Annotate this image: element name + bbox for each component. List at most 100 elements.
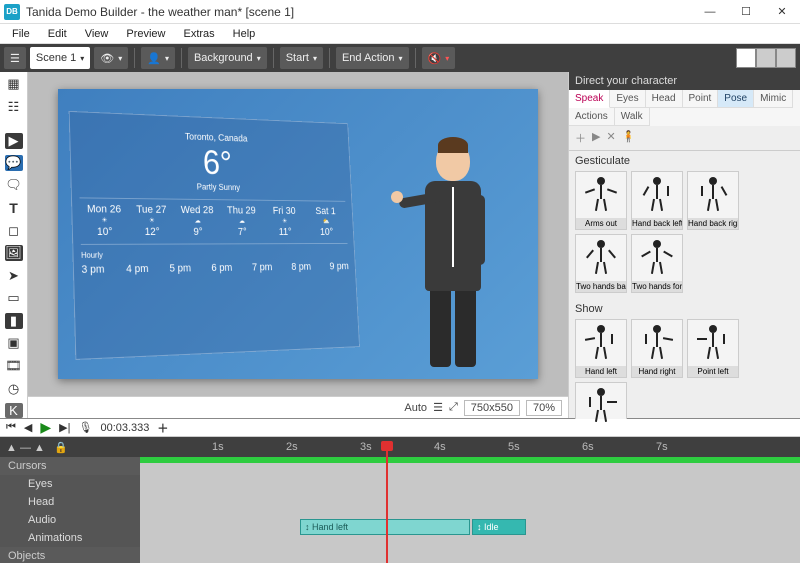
menu-file[interactable]: File [4,26,38,42]
button-tool-icon[interactable]: ▭ [4,290,24,307]
clip-hand-left[interactable]: ↕ Hand left [300,519,470,535]
pose-two-hands-back[interactable]: Two hands back [575,234,627,293]
shape-tool-icon[interactable]: ◻ [4,223,24,240]
end-action-button[interactable]: End Action ▾ [336,47,409,69]
gesticulate-grid: Arms out Hand back left Hand back right … [569,171,800,299]
scene-selector[interactable]: Scene 1▾ [30,47,90,69]
timeline-add-button[interactable]: ＋ [157,420,168,436]
main-toolbar: ☰ Scene 1▾ 👁 ▾ 👤 ▾ Background ▾ Start ▾ … [0,44,800,72]
panel-tabs: Speak Eyes Head Point Pose Mimic Actions… [569,90,800,126]
scene-canvas[interactable]: Toronto, Canada 6° Partly Sunny Mon 26☀1… [58,89,538,379]
weather-forecast-row: Mon 26☀10° Tue 27☀12° Wed 28☁9° Thu 29☁7… [80,197,348,244]
play-pose-icon[interactable]: ▶ [592,130,600,146]
panel-title: Direct your character [569,72,800,90]
fit-icon[interactable]: ⤢ [449,401,458,414]
menu-extras[interactable]: Extras [175,26,222,42]
layout-switcher[interactable] [736,48,796,68]
window-title: Tanida Demo Builder - the weather man* [… [26,5,692,19]
pose-hand-left[interactable]: Hand left [575,319,627,378]
timeline-scene-bar[interactable] [140,457,800,463]
background-button[interactable]: Background ▾ [188,47,267,69]
track-cursors[interactable]: Cursors [0,457,140,475]
auto-label: Auto [404,402,427,414]
pose-hand-back-left[interactable]: Hand back left [631,171,683,230]
k-tool-icon[interactable]: K [5,403,23,418]
menu-edit[interactable]: Edit [40,26,75,42]
menu-help[interactable]: Help [225,26,264,42]
weather-hourly-label: Hourly [81,249,348,260]
film-tool-icon[interactable]: 🎞 [4,357,24,374]
image-tool-icon[interactable]: 🖼 [5,245,23,261]
visibility-button[interactable]: 👁 ▾ [94,47,128,69]
clip-idle[interactable]: ↕ Idle [472,519,526,535]
window-minimize-button[interactable]: — [692,0,728,24]
tab-speak[interactable]: Speak [569,90,610,108]
track-audio[interactable]: Audio [0,511,140,529]
zoom-area-tool-icon[interactable]: ▣ [4,335,24,352]
timeline-prev-button[interactable]: ◀ [24,421,32,434]
track-head[interactable]: Head [0,493,140,511]
align-icon[interactable]: ☰ [433,401,443,414]
add-pose-icon[interactable]: ＋ [575,130,586,146]
weather-app-window: Toronto, Canada 6° Partly Sunny Mon 26☀1… [69,111,360,360]
pose-hand-back-right[interactable]: Hand back right [687,171,739,230]
layout-2[interactable] [756,48,776,68]
clock-tool-icon[interactable]: ◷ [4,380,24,397]
delete-pose-icon[interactable]: ✕ [606,130,615,146]
note-tool-icon[interactable]: 💬 [5,155,23,171]
weather-temp-label: 6° [78,139,345,185]
timeline-tracks-area[interactable]: 1s 2s 3s 4s 5s 6s 7s ↕ Hand left ↕ Idle [140,437,800,563]
timeline-ruler[interactable]: 1s 2s 3s 4s 5s 6s 7s [140,437,800,457]
pose-point-left[interactable]: Point left [687,319,739,378]
section-gesticulate: Gesticulate [569,151,800,171]
canvas-zoom[interactable]: 70% [526,400,562,416]
slides-tool-icon[interactable]: ☷ [4,99,24,116]
character-button[interactable]: 👤 ▾ [141,47,175,69]
track-objects[interactable]: Objects [0,547,140,563]
tab-pose[interactable]: Pose [718,90,754,108]
pose-hand-right[interactable]: Hand right [631,319,683,378]
play-tool-icon[interactable]: ▶ [5,133,23,149]
pose-two-hands-forw[interactable]: Two hands forw [631,234,683,293]
timeline-panel: ⏮ ◀ ▶ ▶| 🎙 00:03.333 ＋ ▲ — ▲ 🔒 Cursors E… [0,418,800,563]
sound-off-button[interactable]: 🔇 ▾ [422,47,456,69]
section-show: Show [569,299,800,319]
balloon-tool-icon[interactable]: 🗨 [4,177,24,194]
tab-eyes[interactable]: Eyes [610,90,645,108]
start-action-button[interactable]: Start ▾ [280,47,323,69]
grid-tool-icon[interactable]: ▦ [4,76,24,93]
timeline-play-button[interactable]: ▶ [40,419,51,436]
timeline-zoom-controls[interactable]: ▲ — ▲ 🔒 [0,437,140,457]
text-tool-icon[interactable]: T [4,200,24,217]
timeline-first-button[interactable]: ⏮ [6,421,16,434]
character-direct-panel: Direct your character Speak Eyes Head Po… [568,72,800,418]
track-animations[interactable]: Animations [0,529,140,547]
tab-point[interactable]: Point [683,90,719,108]
tab-mimic[interactable]: Mimic [754,90,793,108]
timeline-mic-button[interactable]: 🎙 [78,421,92,434]
window-titlebar: DB Tanida Demo Builder - the weather man… [0,0,800,24]
app-icon: DB [4,4,20,20]
scene-list-button[interactable]: ☰ [4,47,26,69]
timeline-track-list: ▲ — ▲ 🔒 Cursors Eyes Head Audio Animatio… [0,437,140,563]
pose-arms-out[interactable]: Arms out [575,171,627,230]
tab-head[interactable]: Head [646,90,683,108]
left-tool-strip: ▦ ☷ ▶ 💬 🗨 T ◻ 🖼 ➤ ▭ ▮ ▣ 🎞 ◷ K [0,72,28,418]
stamp-tool-icon[interactable]: ▮ [5,313,23,329]
menu-preview[interactable]: Preview [118,26,173,42]
pointer-tool-icon[interactable]: ➤ [4,267,24,284]
timeline-playhead[interactable] [386,449,388,563]
track-eyes[interactable]: Eyes [0,475,140,493]
menu-bar: File Edit View Preview Extras Help [0,24,800,44]
tab-actions[interactable]: Actions [569,108,615,126]
character-silhouette-icon: 🧍 [622,130,636,146]
layout-3[interactable] [776,48,796,68]
window-maximize-button[interactable]: ☐ [728,0,764,24]
canvas-dimensions: 750x550 [464,400,520,416]
timeline-next-button[interactable]: ▶| [59,421,70,434]
character-actor[interactable] [408,141,498,371]
tab-walk[interactable]: Walk [615,108,650,126]
menu-view[interactable]: View [77,26,117,42]
layout-1[interactable] [736,48,756,68]
window-close-button[interactable]: ✕ [764,0,800,24]
